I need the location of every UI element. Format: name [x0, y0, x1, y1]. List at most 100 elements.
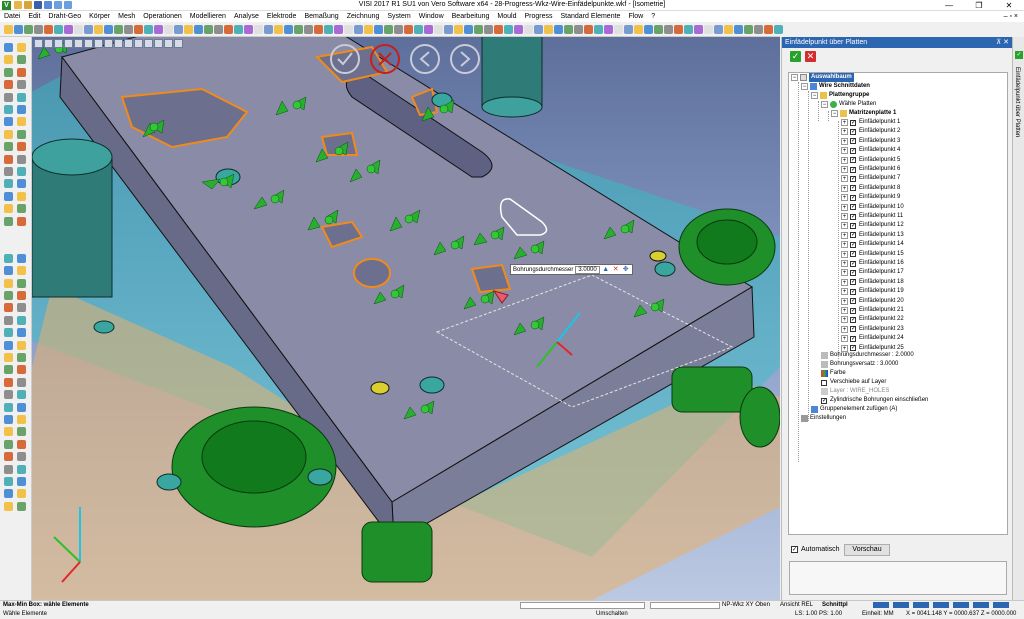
toolbar-tool-icon[interactable]: [634, 25, 643, 34]
left-tool-icon[interactable]: [17, 489, 26, 499]
menu-zeichnung[interactable]: Zeichnung: [347, 13, 380, 20]
expand-icon[interactable]: +: [841, 288, 848, 296]
left-tool-icon[interactable]: [17, 266, 26, 276]
preview-button[interactable]: Vorschau: [844, 544, 890, 556]
overlay-prev-icon[interactable]: [410, 44, 440, 74]
left-tool-icon[interactable]: [4, 303, 13, 313]
left-tool-icon[interactable]: [4, 365, 13, 375]
toolbar-tool-icon[interactable]: [554, 25, 563, 34]
increase-icon[interactable]: ▲: [602, 266, 610, 274]
toolbar-tool-icon[interactable]: [224, 25, 233, 34]
left-tool-icon[interactable]: [4, 266, 13, 276]
view-icon[interactable]: [54, 39, 63, 48]
status-plane[interactable]: NP-Wkz XY Oben: [722, 602, 770, 608]
menu-mould[interactable]: Mould: [497, 13, 516, 20]
expand-icon[interactable]: +: [841, 166, 848, 173]
toolbar-tool-icon[interactable]: [374, 25, 383, 34]
left-tool-icon[interactable]: [4, 340, 13, 350]
toolbar-tool-icon[interactable]: [584, 25, 593, 34]
tree-threading-point[interactable]: + ✓ Einfädelpunkt 20: [841, 297, 904, 306]
left-tool-icon[interactable]: [17, 167, 26, 176]
point-checkbox[interactable]: ✓: [850, 279, 856, 286]
overlay-next-icon[interactable]: [450, 44, 480, 74]
model-scene[interactable]: [32, 37, 780, 600]
tree-threading-point[interactable]: + ✓ Einfädelpunkt 15: [841, 250, 904, 259]
toolbar-tool-icon[interactable]: [164, 25, 173, 34]
toolbar-tool-icon[interactable]: [504, 25, 513, 34]
toolbar-tool-icon[interactable]: [724, 25, 733, 34]
indicator-icon[interactable]: [913, 602, 929, 608]
toolbar-tool-icon[interactable]: [734, 25, 743, 34]
left-tool-icon[interactable]: [17, 204, 26, 214]
indicator-icon[interactable]: [993, 602, 1009, 608]
toolbar-tool-icon[interactable]: [774, 25, 783, 34]
left-tool-icon[interactable]: [4, 154, 13, 164]
tree-threading-point[interactable]: + ✓ Einfädelpunkt 17: [841, 268, 904, 277]
point-checkbox[interactable]: ✓: [850, 128, 856, 135]
toolbar-tool-icon[interactable]: [4, 25, 13, 34]
toolbar-tool-icon[interactable]: [464, 25, 473, 34]
collapse-icon[interactable]: −: [811, 92, 818, 99]
tree-cylindrical[interactable]: ✓ Zylindrische Bohrungen einschließen: [821, 396, 928, 405]
toolbar-tool-icon[interactable]: [654, 25, 663, 34]
collapse-icon[interactable]: −: [831, 110, 838, 117]
mdi-controls[interactable]: – ▫ ×: [1004, 13, 1018, 20]
left-tool-icon[interactable]: [17, 402, 26, 412]
left-tool-icon[interactable]: [4, 253, 13, 263]
toolbar-tool-icon[interactable]: [234, 25, 243, 34]
expand-icon[interactable]: +: [841, 175, 848, 183]
maximize-button[interactable]: ❐: [964, 0, 994, 11]
point-checkbox[interactable]: ✓: [850, 204, 856, 211]
tree-threading-point[interactable]: + ✓ Einfädelpunkt 4: [841, 146, 900, 155]
toolbar-tool-icon[interactable]: [514, 25, 523, 34]
tree-threading-point[interactable]: + ✓ Einfädelpunkt 2: [841, 127, 900, 136]
toolbar-tool-icon[interactable]: [264, 25, 273, 34]
toolbar-tool-icon[interactable]: [474, 25, 483, 34]
tooltip-value-field[interactable]: 3.0000: [575, 265, 600, 274]
tree-threading-point[interactable]: + ✓ Einfädelpunkt 11: [841, 212, 903, 221]
toolbar-tool-icon[interactable]: [54, 25, 63, 34]
menu-help[interactable]: ?: [651, 13, 655, 20]
left-tool-icon[interactable]: [4, 402, 13, 412]
3d-viewport[interactable]: Bohrungsdurchmesser 3.0000 ▲ ✕ ✥: [32, 37, 780, 600]
expand-icon[interactable]: +: [841, 184, 848, 192]
left-tool-icon[interactable]: [4, 415, 13, 424]
toolbar-tool-icon[interactable]: [664, 25, 673, 34]
toolbar-tool-icon[interactable]: [754, 25, 763, 34]
toolbar-tool-icon[interactable]: [64, 25, 73, 34]
left-tool-icon[interactable]: [4, 129, 13, 139]
tree-move-to-layer[interactable]: Verschiebe auf Layer: [821, 378, 886, 387]
tree-threading-point[interactable]: + ✓ Einfädelpunkt 3: [841, 137, 900, 146]
collapse-icon[interactable]: −: [801, 83, 808, 90]
toolbar-tool-icon[interactable]: [214, 25, 223, 34]
toolbar-tool-icon[interactable]: [74, 25, 83, 34]
left-tool-icon[interactable]: [17, 452, 26, 462]
toolbar-tool-icon[interactable]: [84, 25, 93, 34]
expand-icon[interactable]: +: [841, 307, 848, 314]
view-icon[interactable]: [164, 39, 173, 48]
left-tool-icon[interactable]: [4, 55, 13, 65]
indicator-icon[interactable]: [953, 602, 969, 608]
panel-pin-close-buttons[interactable]: ⊼ ✕: [996, 37, 1009, 48]
left-tool-icon[interactable]: [4, 105, 13, 114]
left-tool-icon[interactable]: [17, 43, 26, 52]
left-tool-icon[interactable]: [17, 105, 26, 114]
left-tool-icon[interactable]: [17, 291, 26, 300]
point-checkbox[interactable]: ✓: [850, 166, 856, 173]
toolbar-tool-icon[interactable]: [274, 25, 283, 34]
point-checkbox[interactable]: ✓: [850, 138, 856, 145]
status-mode[interactable]: Schnittpl: [822, 602, 848, 608]
view-icon[interactable]: [154, 39, 163, 48]
point-checkbox[interactable]: ✓: [850, 326, 856, 333]
menu-modellieren[interactable]: Modellieren: [190, 13, 226, 20]
toolbar-tool-icon[interactable]: [294, 25, 303, 34]
left-tool-icon[interactable]: [17, 477, 26, 486]
toolbar-tool-icon[interactable]: [764, 25, 773, 34]
point-checkbox[interactable]: ✓: [850, 298, 856, 305]
point-checkbox[interactable]: ✓: [850, 269, 856, 276]
view-icon[interactable]: [174, 39, 183, 48]
toolbar-tool-icon[interactable]: [324, 25, 333, 34]
tree-threading-point[interactable]: + ✓ Einfädelpunkt 23: [841, 325, 904, 334]
left-tool-icon[interactable]: [4, 464, 13, 474]
tree-plate-group[interactable]: − Plattengruppe: [811, 91, 869, 100]
